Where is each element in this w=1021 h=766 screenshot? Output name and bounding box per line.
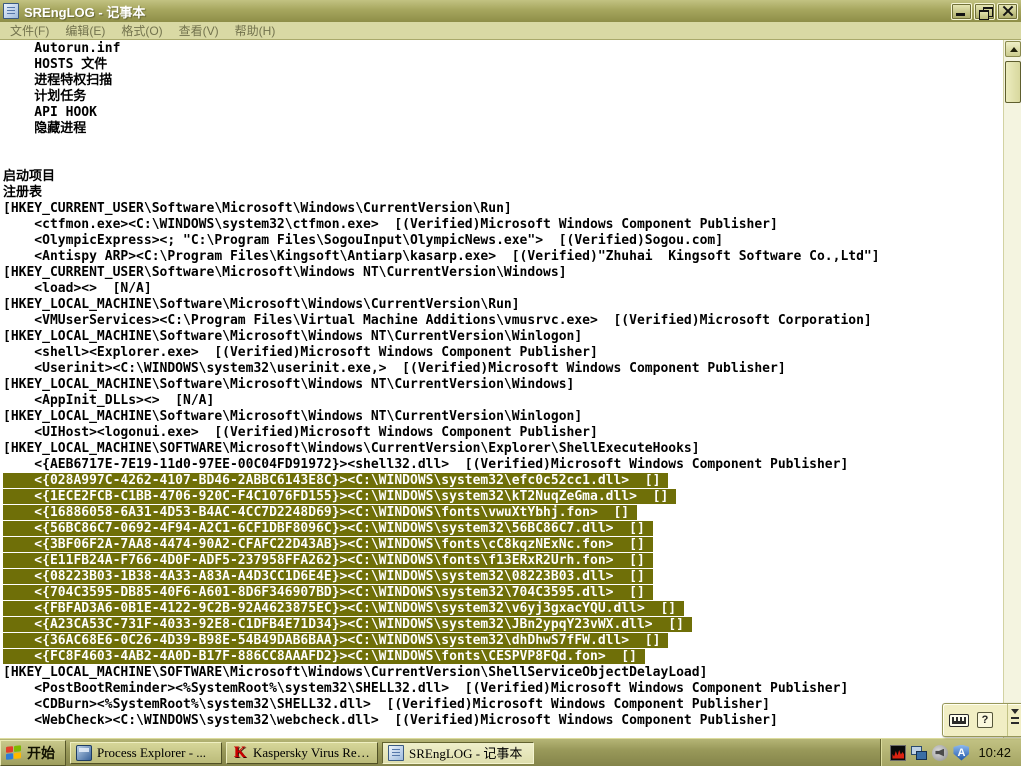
chevron-down-icon [1010,709,1019,714]
editor-line-selected: <{08223B03-1B38-4A33-A83A-A4D3CC1D6E4E}>… [3,569,653,584]
editor-line: API HOOK [3,105,97,120]
menu-edit[interactable]: 编辑(E) [57,21,113,40]
editor-text[interactable]: Autorun.inf HOSTS 文件 进程特权扫描 计划任务 API HOO… [3,41,1002,729]
editor-line: [HKEY_CURRENT_USER\Software\Microsoft\Wi… [3,201,512,216]
window-title: SREngLOG - 记事本 [24,4,146,20]
system-tray: A 10:42 [880,739,1021,766]
network-icon[interactable] [911,745,928,761]
tray-icons: A [885,744,970,761]
language-bar-options[interactable] [1007,704,1021,736]
language-bar: ? [942,703,1021,737]
menu-bar: 文件(F) 编辑(E) 格式(O) 查看(V) 帮助(H) [0,22,1021,40]
editor-line-selected: <{16886058-6A31-4D53-B4AC-4CC7D2248D69}>… [3,505,637,520]
options-bar-icon [1010,717,1019,719]
editor-line: <load><> [N/A] [3,281,152,296]
scroll-up-icon[interactable] [1005,41,1021,57]
editor[interactable]: Autorun.inf HOSTS 文件 进程特权扫描 计划任务 API HOO… [0,40,1021,738]
editor-line: <AppInit_DLLs><> [N/A] [3,393,215,408]
taskbar-button-kaspersky[interactable]: K Kaspersky Virus Rem... [226,741,378,764]
editor-line: 注册表 [3,185,43,200]
antivirus-shield-icon[interactable]: A [953,744,970,761]
editor-line: <Userinit><C:\WINDOWS\system32\userinit.… [3,361,786,376]
editor-line: <ctfmon.exe><C:\WINDOWS\system32\ctfmon.… [3,217,778,232]
editor-line: HOSTS 文件 [3,57,108,72]
start-button[interactable]: 开始 [0,739,66,766]
editor-line: [HKEY_LOCAL_MACHINE\Software\Microsoft\W… [3,377,575,392]
start-button-label: 开始 [27,744,55,761]
taskbar: 开始 Process Explorer - ... K Kaspersky Viru… [0,738,1021,766]
taskbar-button-label: SREngLOG - 记事本 [409,746,523,761]
taskbar-button-label: Kaspersky Virus Rem... [253,744,372,760]
editor-line-selected: <{E11FB24A-F766-4D0F-ADF5-237958FFA262}>… [3,553,653,568]
editor-line-selected: <{3BF06F2A-7AA8-4474-90A2-CFAFC22D43AB}>… [3,537,653,552]
editor-line-selected: <{56BC86C7-0692-4F94-A2C1-6CF1DBF8096C}>… [3,521,653,536]
editor-line-selected: <{1ECE2FCB-C1BB-4706-920C-F4C1076FD155}>… [3,489,677,504]
volume-icon[interactable] [932,744,949,761]
editor-line: [HKEY_LOCAL_MACHINE\Software\Microsoft\W… [3,297,520,312]
menu-file[interactable]: 文件(F) [2,21,57,40]
clock[interactable]: 10:42 [978,745,1011,760]
taskbar-buttons: Process Explorer - ... K Kaspersky Virus R… [70,741,534,764]
editor-line: [HKEY_LOCAL_MACHINE\Software\Microsoft\W… [3,329,583,344]
help-icon[interactable]: ? [977,712,993,728]
taskbar-button-notepad[interactable]: SREngLOG - 记事本 [382,741,534,764]
editor-line: [HKEY_LOCAL_MACHINE\SOFTWARE\Microsoft\W… [3,441,700,456]
editor-line: Autorun.inf [3,41,121,56]
editor-line: <PostBootReminder><%SystemRoot%\system32… [3,681,849,696]
desktop: SREngLOG - 记事本 文件(F) 编辑(E) 格式(O) 查看(V) 帮… [0,0,1021,766]
notepad-icon [3,3,19,19]
menu-format[interactable]: 格式(O) [113,21,170,40]
editor-line-selected: <{028A997C-4262-4107-BD46-2ABBC6143E8C}>… [3,473,669,488]
minimize-button[interactable] [951,2,972,20]
editor-line-selected: <{704C3595-DB85-40F6-A601-8D6F346907BD}>… [3,585,653,600]
menu-view[interactable]: 查看(V) [171,21,227,40]
editor-line-selected: <{FC8F4603-4AB2-4A0D-B17F-886CC8AAAFD2}>… [3,649,645,664]
menu-help[interactable]: 帮助(H) [227,21,284,40]
editor-line: 进程特权扫描 [3,73,113,88]
window-controls [951,2,1018,20]
close-button[interactable] [997,2,1018,20]
title-bar[interactable]: SREngLOG - 记事本 [0,0,1021,22]
editor-line: <CDBurn><%SystemRoot%\system32\SHELL32.d… [3,697,771,712]
editor-line: 隐藏进程 [3,121,87,136]
editor-line: <OlympicExpress><; "C:\Program Files\Sog… [3,233,724,248]
restore-button[interactable] [974,2,995,20]
editor-line: <{AEB6717E-7E19-11d0-97EE-00C04FD91972}>… [3,457,849,472]
kaspersky-icon: K [233,743,247,761]
vertical-scrollbar[interactable] [1003,40,1021,738]
taskbar-button-process-explorer[interactable]: Process Explorer - ... [70,741,222,764]
editor-line: <Antispy ARP><C:\Program Files\Kingsoft\… [3,249,880,264]
editor-line: [HKEY_LOCAL_MACHINE\SOFTWARE\Microsoft\W… [3,665,708,680]
editor-line: [HKEY_CURRENT_USER\Software\Microsoft\Wi… [3,265,567,280]
editor-line: <WebCheck><C:\WINDOWS\system32\webcheck.… [3,713,778,728]
editor-line-selected: <{FBFAD3A6-0B1E-4122-9C2B-92A4623875EC}>… [3,601,684,616]
process-explorer-icon [76,744,92,761]
editor-line: 启动项目 [3,169,56,184]
editor-line: <shell><Explorer.exe> [(Verified)Microso… [3,345,598,360]
notepad-icon [388,744,404,761]
cpu-activity-icon[interactable] [890,744,907,761]
windows-flag-icon [6,744,22,761]
editor-line: 计划任务 [3,89,87,104]
editor-line: <VMUserServices><C:\Program Files\Virtua… [3,313,872,328]
keyboard-icon[interactable] [949,713,969,727]
scrollbar-thumb[interactable] [1005,61,1021,103]
editor-line-selected: <{36AC68E6-0C26-4D39-B98E-54B49DAB6BAA}>… [3,633,669,648]
options-bar-icon [1010,722,1019,724]
editor-line: [HKEY_LOCAL_MACHINE\Software\Microsoft\W… [3,409,583,424]
taskbar-button-label: Process Explorer - ... [97,744,207,760]
editor-line-selected: <{A23CA53C-731F-4033-92E8-C1DFB4E71D34}>… [3,617,692,632]
editor-line: <UIHost><logonui.exe> [(Verified)Microso… [3,425,598,440]
